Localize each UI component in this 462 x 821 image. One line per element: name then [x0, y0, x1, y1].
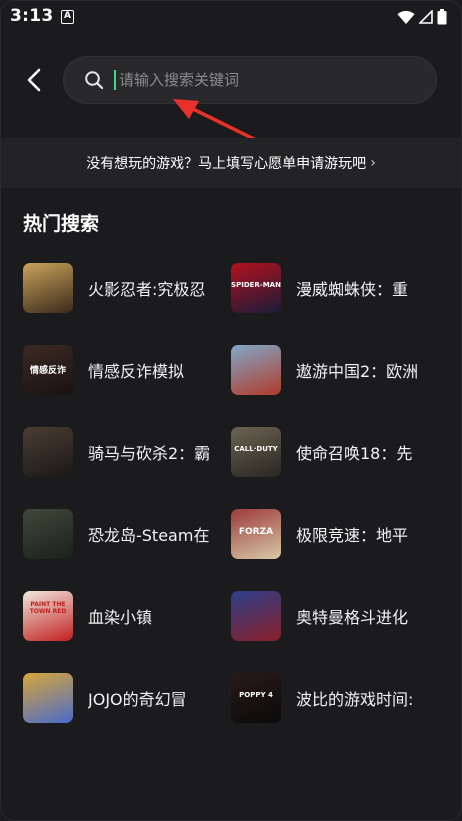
- hot-search-item[interactable]: 恐龙岛-Steam在: [23, 509, 223, 559]
- game-thumbnail: [23, 427, 73, 477]
- game-thumbnail: [231, 345, 281, 395]
- thumbnail-caption: PAINT THE TOWN RED: [29, 601, 67, 615]
- game-thumbnail: FORZA: [231, 509, 281, 559]
- hot-search-row: 恐龙岛-Steam在 FORZA 极限竞速：地平: [23, 509, 443, 559]
- game-name: 血染小镇: [88, 608, 153, 627]
- section-title: 热门搜索: [23, 213, 100, 235]
- hot-search-item[interactable]: 骑马与砍杀2：霸: [23, 427, 223, 477]
- status-time: 3:13: [10, 6, 54, 26]
- hot-search-item[interactable]: 火影忍者:究极忍: [23, 263, 223, 313]
- game-name: 遨游中国2：欧洲: [296, 362, 419, 381]
- hot-search-item[interactable]: FORZA 极限竞速：地平: [231, 509, 443, 559]
- game-name: 漫威蜘蛛侠：重: [296, 280, 409, 299]
- chevron-left-icon: [27, 68, 41, 92]
- game-name: 骑马与砍杀2：霸: [88, 444, 211, 463]
- game-name: 情感反诈模拟: [88, 362, 185, 381]
- thumbnail-caption: SPIDER-MAN: [231, 281, 281, 289]
- search-bar[interactable]: [63, 56, 437, 104]
- chevron-right-icon: ›: [370, 155, 376, 171]
- signal-icon: [419, 10, 433, 24]
- game-thumbnail: 情感反诈: [23, 345, 73, 395]
- hot-search-row: PAINT THE TOWN RED 血染小镇 奥特曼格斗进化: [23, 591, 443, 641]
- search-input[interactable]: [119, 57, 419, 103]
- game-thumbnail: POPPY 4: [231, 673, 281, 723]
- wifi-icon: [397, 10, 415, 24]
- game-thumbnail: [23, 509, 73, 559]
- hot-search-item[interactable]: CALL·DUTY 使命召唤18：先: [231, 427, 443, 477]
- game-name: 奥特曼格斗进化: [296, 608, 409, 627]
- hot-search-item[interactable]: SPIDER-MAN 漫威蜘蛛侠：重: [231, 263, 443, 313]
- hot-search-item[interactable]: 遨游中国2：欧洲: [231, 345, 443, 395]
- hot-search-item[interactable]: JOJO的奇幻冒: [23, 673, 223, 723]
- text-caret: [114, 70, 116, 90]
- game-name: 波比的游戏时间:: [296, 690, 414, 709]
- game-name: JOJO的奇幻冒: [88, 690, 187, 709]
- hot-search-row: 情感反诈 情感反诈模拟 遨游中国2：欧洲: [23, 345, 443, 395]
- wishlist-banner[interactable]: 没有想玩的游戏？马上填写心愿单申请游玩吧 ›: [1, 138, 461, 188]
- thumbnail-caption: FORZA: [238, 527, 274, 537]
- battery-icon: [437, 9, 447, 25]
- game-thumbnail: [23, 263, 73, 313]
- thumbnail-caption: CALL·DUTY: [234, 445, 278, 453]
- app-screen: 3:13 A 请输入搜索关键词 没有想玩的游戏？马上填写心愿单申请游玩吧 › 热…: [0, 0, 462, 821]
- game-thumbnail: [23, 673, 73, 723]
- search-icon: [85, 71, 104, 90]
- hot-search-row: 骑马与砍杀2：霸 CALL·DUTY 使命召唤18：先: [23, 427, 443, 477]
- game-name: 极限竞速：地平: [296, 526, 409, 545]
- system-icons: [397, 9, 447, 25]
- hot-search-item[interactable]: 奥特曼格斗进化: [231, 591, 443, 641]
- back-button[interactable]: [19, 63, 49, 97]
- notification-icon: A: [61, 10, 74, 24]
- hot-search-item[interactable]: POPPY 4 波比的游戏时间:: [231, 673, 443, 723]
- game-thumbnail: SPIDER-MAN: [231, 263, 281, 313]
- thumbnail-caption: 情感反诈: [29, 366, 66, 376]
- game-thumbnail: CALL·DUTY: [231, 427, 281, 477]
- game-name: 恐龙岛-Steam在: [88, 526, 210, 545]
- game-name: 使命召唤18：先: [296, 444, 413, 463]
- hot-search-row: JOJO的奇幻冒 POPPY 4 波比的游戏时间:: [23, 673, 443, 723]
- status-bar: 3:13 A: [1, 1, 461, 33]
- hot-search-item[interactable]: PAINT THE TOWN RED 血染小镇: [23, 591, 223, 641]
- game-thumbnail: PAINT THE TOWN RED: [23, 591, 73, 641]
- hot-search-item[interactable]: 情感反诈 情感反诈模拟: [23, 345, 223, 395]
- banner-text: 没有想玩的游戏？马上填写心愿单申请游玩吧: [86, 156, 367, 172]
- game-thumbnail: [231, 591, 281, 641]
- thumbnail-caption: POPPY 4: [239, 691, 273, 699]
- game-name: 火影忍者:究极忍: [88, 280, 206, 299]
- hot-search-row: 火影忍者:究极忍 SPIDER-MAN 漫威蜘蛛侠：重: [23, 263, 443, 313]
